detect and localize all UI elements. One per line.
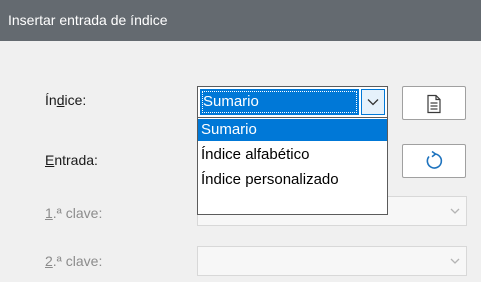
index-combobox-dropdown-button[interactable]: [361, 89, 385, 115]
dropdown-option-custom[interactable]: Índice personalizado: [198, 169, 387, 191]
document-icon: [427, 94, 441, 114]
update-button[interactable]: [402, 144, 466, 178]
dialog-titlebar: Insertar entrada de índice: [0, 0, 481, 41]
dialog-title: Insertar entrada de índice: [8, 12, 168, 28]
index-combobox-value[interactable]: Sumario: [200, 89, 359, 115]
chevron-down-icon: [367, 99, 379, 106]
index-dropdown-list: Sumario Índice alfabético Índice persona…: [197, 117, 388, 215]
refresh-icon: [426, 150, 443, 169]
entry-label: Entrada:: [45, 152, 98, 168]
key2-label: 2.ª clave:: [45, 253, 103, 269]
chevron-down-icon: [450, 258, 460, 264]
dropdown-option-sumario[interactable]: Sumario: [198, 119, 387, 141]
dropdown-option-alphabetical[interactable]: Índice alfabético: [198, 144, 387, 166]
key2-combobox[interactable]: [197, 246, 467, 276]
chevron-down-icon: [450, 208, 460, 214]
key1-label: 1.ª clave:: [45, 205, 103, 221]
new-user-index-button[interactable]: [402, 86, 466, 120]
index-label: Índice:: [45, 92, 87, 108]
index-combobox[interactable]: Sumario: [197, 86, 388, 118]
